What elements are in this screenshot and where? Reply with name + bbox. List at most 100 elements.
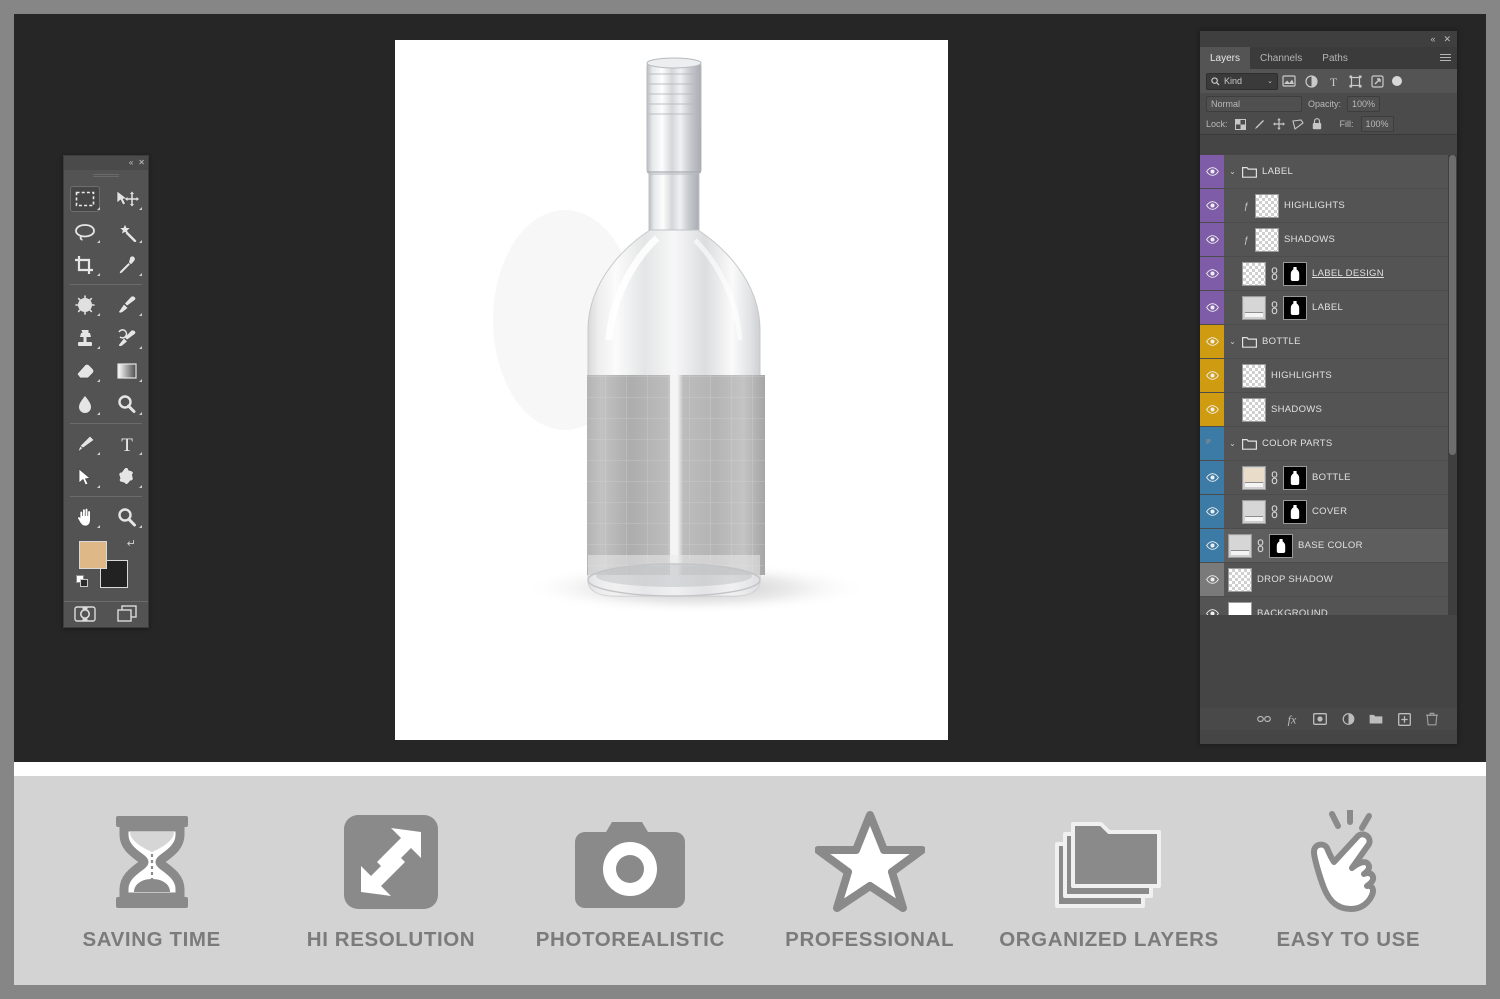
tools-collapse-button[interactable]: «	[129, 159, 133, 167]
tools-close-button[interactable]: ✕	[138, 159, 145, 167]
lock-transparent-pixels-icon[interactable]	[1235, 118, 1247, 130]
filter-adjustment-icon[interactable]	[1300, 73, 1322, 90]
history-brush-tool[interactable]	[106, 321, 148, 354]
lock-image-pixels-icon[interactable]	[1254, 118, 1266, 130]
layers-close-button[interactable]: ✕	[1443, 34, 1451, 44]
rectangular-marquee-tool[interactable]	[64, 182, 106, 215]
tab-paths[interactable]: Paths	[1312, 47, 1358, 69]
layer-visibility-toggle[interactable]	[1200, 393, 1224, 426]
layer-visibility-toggle[interactable]	[1200, 189, 1224, 222]
layer-visibility-toggle[interactable]	[1200, 155, 1224, 188]
pen-tool[interactable]	[64, 427, 106, 460]
filter-pixel-icon[interactable]	[1278, 73, 1300, 90]
new-layer-icon[interactable]	[1397, 712, 1411, 726]
layer-visibility-toggle[interactable]	[1200, 427, 1224, 460]
lock-artboard-nesting-icon[interactable]	[1291, 118, 1304, 130]
opacity-input[interactable]: 100%	[1347, 95, 1381, 112]
layer-mask-thumbnail[interactable]	[1269, 533, 1293, 558]
filter-kind-dropdown[interactable]: Kind ⌄	[1206, 72, 1278, 90]
layer-mask-thumbnail[interactable]	[1283, 295, 1307, 320]
tab-channels[interactable]: Channels	[1250, 47, 1312, 69]
layer-row[interactable]: ⌄ COLOR PARTS	[1200, 427, 1448, 461]
gradient-tool[interactable]	[106, 354, 148, 387]
lock-position-icon[interactable]	[1272, 118, 1285, 130]
layers-panel[interactable]: « ✕ Layers Channels Paths Kind ⌄ T Norma…	[1200, 31, 1457, 744]
link-layers-icon[interactable]	[1257, 712, 1271, 726]
fill-input[interactable]: 100%	[1360, 116, 1394, 132]
screen-mode-button[interactable]	[116, 605, 138, 628]
hand-tool[interactable]	[64, 500, 106, 533]
layers-scrollbar[interactable]	[1448, 155, 1457, 615]
lasso-tool[interactable]	[64, 215, 106, 248]
filter-smart-object-icon[interactable]	[1366, 73, 1388, 90]
eraser-tool[interactable]	[64, 354, 106, 387]
layer-visibility-toggle[interactable]	[1200, 495, 1224, 528]
move-tool[interactable]	[106, 182, 148, 215]
layer-row[interactable]: ⌄ LABEL	[1200, 155, 1448, 189]
layer-thumbnail[interactable]	[1228, 567, 1252, 592]
type-tool[interactable]: T	[106, 427, 148, 460]
layer-mask-thumbnail[interactable]	[1283, 261, 1307, 286]
layers-collapse-button[interactable]: «	[1430, 34, 1435, 44]
layer-thumbnail[interactable]	[1242, 363, 1266, 388]
blur-tool[interactable]	[64, 387, 106, 420]
spot-healing-brush-tool[interactable]	[64, 288, 106, 321]
custom-shape-tool[interactable]	[106, 460, 148, 493]
default-colors-icon[interactable]	[76, 575, 89, 593]
delete-layer-icon[interactable]	[1425, 712, 1439, 726]
new-adjustment-layer-icon[interactable]	[1341, 712, 1355, 726]
brush-tool[interactable]	[106, 288, 148, 321]
layer-row[interactable]: LABEL DESIGN	[1200, 257, 1448, 291]
panel-menu-icon[interactable]	[1440, 54, 1451, 62]
tools-panel-grip[interactable]	[64, 170, 148, 182]
zoom-tool[interactable]	[106, 500, 148, 533]
layer-thumbnail[interactable]	[1242, 499, 1266, 524]
layer-row[interactable]: LABEL	[1200, 291, 1448, 325]
magic-wand-tool[interactable]	[106, 215, 148, 248]
foreground-color-swatch[interactable]	[79, 541, 107, 569]
layer-thumbnail[interactable]	[1228, 601, 1252, 615]
path-selection-tool[interactable]	[64, 460, 106, 493]
layer-thumbnail[interactable]	[1242, 261, 1266, 286]
scrollbar-thumb[interactable]	[1449, 155, 1456, 455]
tab-layers[interactable]: Layers	[1200, 47, 1251, 69]
eyedropper-tool[interactable]	[106, 248, 148, 281]
layer-visibility-toggle[interactable]	[1200, 325, 1224, 358]
layer-row[interactable]: DROP SHADOW	[1200, 563, 1448, 597]
quick-mask-button[interactable]	[74, 606, 96, 627]
layer-list[interactable]: ⌄ LABEL ƒ HIGHLIGHTS ƒ SHADOWS LABEL DESIGN LAB…	[1200, 155, 1448, 615]
layer-visibility-toggle[interactable]	[1200, 223, 1224, 256]
layer-thumbnail[interactable]	[1255, 227, 1279, 252]
layer-mask-thumbnail[interactable]	[1283, 499, 1307, 524]
lock-all-icon[interactable]	[1311, 118, 1323, 130]
layer-style-icon[interactable]: fx	[1285, 712, 1299, 727]
layer-row[interactable]: HIGHLIGHTS	[1200, 359, 1448, 393]
layer-visibility-toggle[interactable]	[1200, 359, 1224, 392]
layer-visibility-toggle[interactable]	[1200, 529, 1224, 562]
layer-row[interactable]: ƒ SHADOWS	[1200, 223, 1448, 257]
layer-row[interactable]: ⌄ BOTTLE	[1200, 325, 1448, 359]
layer-thumbnail[interactable]	[1242, 465, 1266, 490]
filter-type-icon[interactable]: T	[1322, 73, 1344, 90]
layer-thumbnail[interactable]	[1228, 533, 1252, 558]
layer-row[interactable]: ƒ HIGHLIGHTS	[1200, 189, 1448, 223]
blend-mode-dropdown[interactable]: Normal	[1206, 95, 1302, 112]
layer-thumbnail[interactable]	[1255, 193, 1279, 218]
filter-shape-icon[interactable]	[1344, 73, 1366, 90]
layer-row[interactable]: BASE COLOR	[1200, 529, 1448, 563]
layer-visibility-toggle[interactable]	[1200, 291, 1224, 324]
layer-row[interactable]: SHADOWS	[1200, 393, 1448, 427]
layer-thumbnail[interactable]	[1242, 397, 1266, 422]
layer-visibility-toggle[interactable]	[1200, 563, 1224, 596]
add-layer-mask-icon[interactable]	[1313, 712, 1327, 726]
layer-visibility-toggle[interactable]	[1200, 597, 1224, 615]
clone-stamp-tool[interactable]	[64, 321, 106, 354]
layer-thumbnail[interactable]	[1242, 295, 1266, 320]
layer-row[interactable]: BOTTLE	[1200, 461, 1448, 495]
layer-visibility-toggle[interactable]	[1200, 257, 1224, 290]
tools-panel[interactable]: « ✕ T ↵	[63, 155, 149, 628]
layer-mask-thumbnail[interactable]	[1283, 465, 1307, 490]
filter-enable-toggle[interactable]	[1392, 76, 1402, 86]
layer-row[interactable]: BACKGROUND	[1200, 597, 1448, 615]
layer-row[interactable]: COVER	[1200, 495, 1448, 529]
